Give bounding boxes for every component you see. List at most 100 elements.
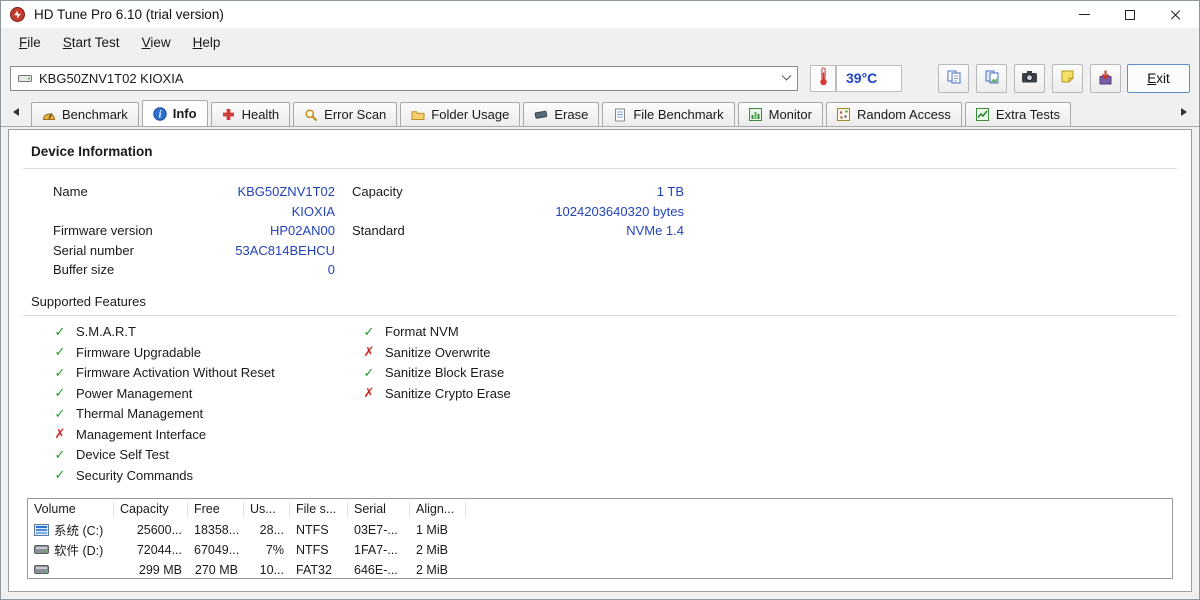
cell: 28...	[244, 523, 290, 537]
tab-health[interactable]: Health	[211, 102, 291, 126]
copy-image-button[interactable]	[976, 64, 1007, 93]
tab-folder-usage[interactable]: Folder Usage	[400, 102, 520, 126]
close-button[interactable]	[1153, 1, 1199, 28]
field-value: 0	[193, 260, 335, 280]
temperature-icon-box	[810, 65, 836, 92]
tab-error-scan[interactable]: Error Scan	[293, 102, 397, 126]
feature-label: Thermal Management	[76, 406, 203, 421]
column-header[interactable]: Align...	[410, 502, 466, 517]
tab-random-access[interactable]: Random Access	[826, 102, 962, 126]
table-row[interactable]: 299 MB270 MB10...FAT32646E-...2 MiB	[28, 560, 1172, 580]
field-value: HP02AN00	[193, 221, 335, 241]
menu-help[interactable]: Help	[183, 31, 231, 54]
exit-button[interactable]: Exit	[1127, 64, 1190, 93]
tab-bar: Benchmark iInfoHealthError Scan Folder Usa…	[1, 99, 1199, 127]
field-value: 1 TB	[472, 182, 684, 202]
tab-benchmark[interactable]: Benchmark	[31, 102, 139, 126]
arrow-right-icon	[1181, 108, 1187, 116]
device-fields: NameKBG50ZNV1T02 KIOXIAFirmware versionH…	[23, 169, 1177, 286]
field-label: Serial number	[53, 241, 193, 261]
volume-cell: 系统 (C:)	[28, 520, 114, 539]
field-label: Standard	[352, 221, 472, 241]
column-header[interactable]: Us...	[244, 502, 290, 517]
column-header[interactable]: File s...	[290, 502, 348, 517]
tab-scroll-right-button[interactable]	[1175, 101, 1193, 123]
drive-select-value: KBG50ZNV1T02 KIOXIA	[39, 71, 776, 86]
check-icon: ✓	[362, 365, 376, 381]
tab-scroll-left-button[interactable]	[7, 101, 25, 123]
feature-item: ✗Sanitize Crypto Erase	[362, 383, 511, 404]
table-row[interactable]: 系统 (C:)25600...18358...28...NTFS03E7-...…	[28, 520, 1172, 540]
tab-label: Folder Usage	[431, 107, 509, 122]
feature-item: ✓Firmware Activation Without Reset	[53, 363, 362, 384]
drive-select[interactable]: KBG50ZNV1T02 KIOXIA	[10, 66, 798, 91]
menu-start-test[interactable]: Start Test	[53, 31, 130, 54]
field-label	[352, 202, 472, 222]
window-controls	[1061, 1, 1199, 28]
column-header[interactable]: Serial	[348, 502, 410, 517]
benchmark-icon	[42, 108, 56, 122]
device-fields-left: NameKBG50ZNV1T02 KIOXIAFirmware versionH…	[53, 182, 335, 280]
cell: 18358...	[188, 523, 244, 537]
random-access-icon	[837, 108, 851, 122]
cell: 2 MiB	[410, 543, 466, 557]
copy-text-icon	[946, 69, 962, 88]
cell: NTFS	[290, 543, 348, 557]
check-icon: ✓	[53, 467, 67, 483]
column-header[interactable]: Capacity	[114, 502, 188, 517]
cell: 270 MB	[188, 563, 244, 577]
folder-usage-icon	[411, 108, 425, 122]
extra-tests-icon	[976, 108, 990, 122]
close-icon	[1170, 9, 1182, 21]
error-scan-icon	[304, 108, 318, 122]
cell: 10...	[244, 563, 290, 577]
menu-view[interactable]: View	[132, 31, 181, 54]
toolbar: KBG50ZNV1T02 KIOXIA 39°C Exit	[1, 57, 1199, 99]
feature-label: Firmware Activation Without Reset	[76, 365, 275, 380]
tab-label: Info	[173, 106, 197, 121]
cell: FAT32	[290, 563, 348, 577]
feature-label: Power Management	[76, 386, 192, 401]
supported-features-title: Supported Features	[23, 286, 1177, 315]
gray-drive-icon	[34, 545, 49, 554]
toolbar-buttons	[938, 64, 1121, 93]
tab-label: Random Access	[857, 107, 951, 122]
chevron-down-icon	[782, 70, 792, 80]
upload-icon	[1098, 69, 1113, 88]
minimize-icon	[1079, 14, 1090, 15]
upload-results-button[interactable]	[1090, 64, 1121, 93]
save-results-button[interactable]	[1052, 64, 1083, 93]
info-panel: Device Information NameKBG50ZNV1T02 KIOX…	[8, 129, 1192, 592]
camera-icon	[1021, 69, 1038, 87]
feature-item: ✗Sanitize Overwrite	[362, 342, 511, 363]
tab-extra-tests[interactable]: Extra Tests	[965, 102, 1071, 126]
cell: 299 MB	[114, 563, 188, 577]
features-column-left: ✓S.M.A.R.T✓Firmware Upgradable✓Firmware …	[53, 322, 362, 486]
check-icon: ✓	[53, 344, 67, 360]
check-icon: ✓	[53, 447, 67, 463]
tab-label: Monitor	[769, 107, 812, 122]
copy-text-button[interactable]	[938, 64, 969, 93]
feature-label: Sanitize Block Erase	[385, 365, 504, 380]
screenshot-button[interactable]	[1014, 64, 1045, 93]
tab-label: Benchmark	[62, 107, 128, 122]
maximize-button[interactable]	[1107, 1, 1153, 28]
tab-monitor[interactable]: Monitor	[738, 102, 823, 126]
feature-label: Security Commands	[76, 468, 193, 483]
check-icon: ✓	[53, 324, 67, 340]
column-header[interactable]: Volume	[28, 502, 114, 517]
volume-table-body: 系统 (C:)25600...18358...28...NTFS03E7-...…	[28, 520, 1172, 580]
table-row[interactable]: 软件 (D:)72044...67049...7%NTFS1FA7-...2 M…	[28, 540, 1172, 560]
thermometer-icon	[818, 67, 829, 89]
column-header[interactable]: Free	[188, 502, 244, 517]
minimize-button[interactable]	[1061, 1, 1107, 28]
gray-drive-icon	[34, 565, 49, 574]
tab-erase[interactable]: Erase	[523, 102, 599, 126]
window-title: HD Tune Pro 6.10 (trial version)	[34, 7, 224, 22]
tab-file-benchmark[interactable]: File Benchmark	[602, 102, 734, 126]
tab-info[interactable]: iInfo	[142, 100, 208, 126]
feature-item: ✓ Sanitize Block Erase	[362, 363, 511, 384]
feature-label: Sanitize Crypto Erase	[385, 386, 511, 401]
cross-icon: ✗	[53, 426, 67, 442]
menu-file[interactable]: File	[9, 31, 51, 54]
